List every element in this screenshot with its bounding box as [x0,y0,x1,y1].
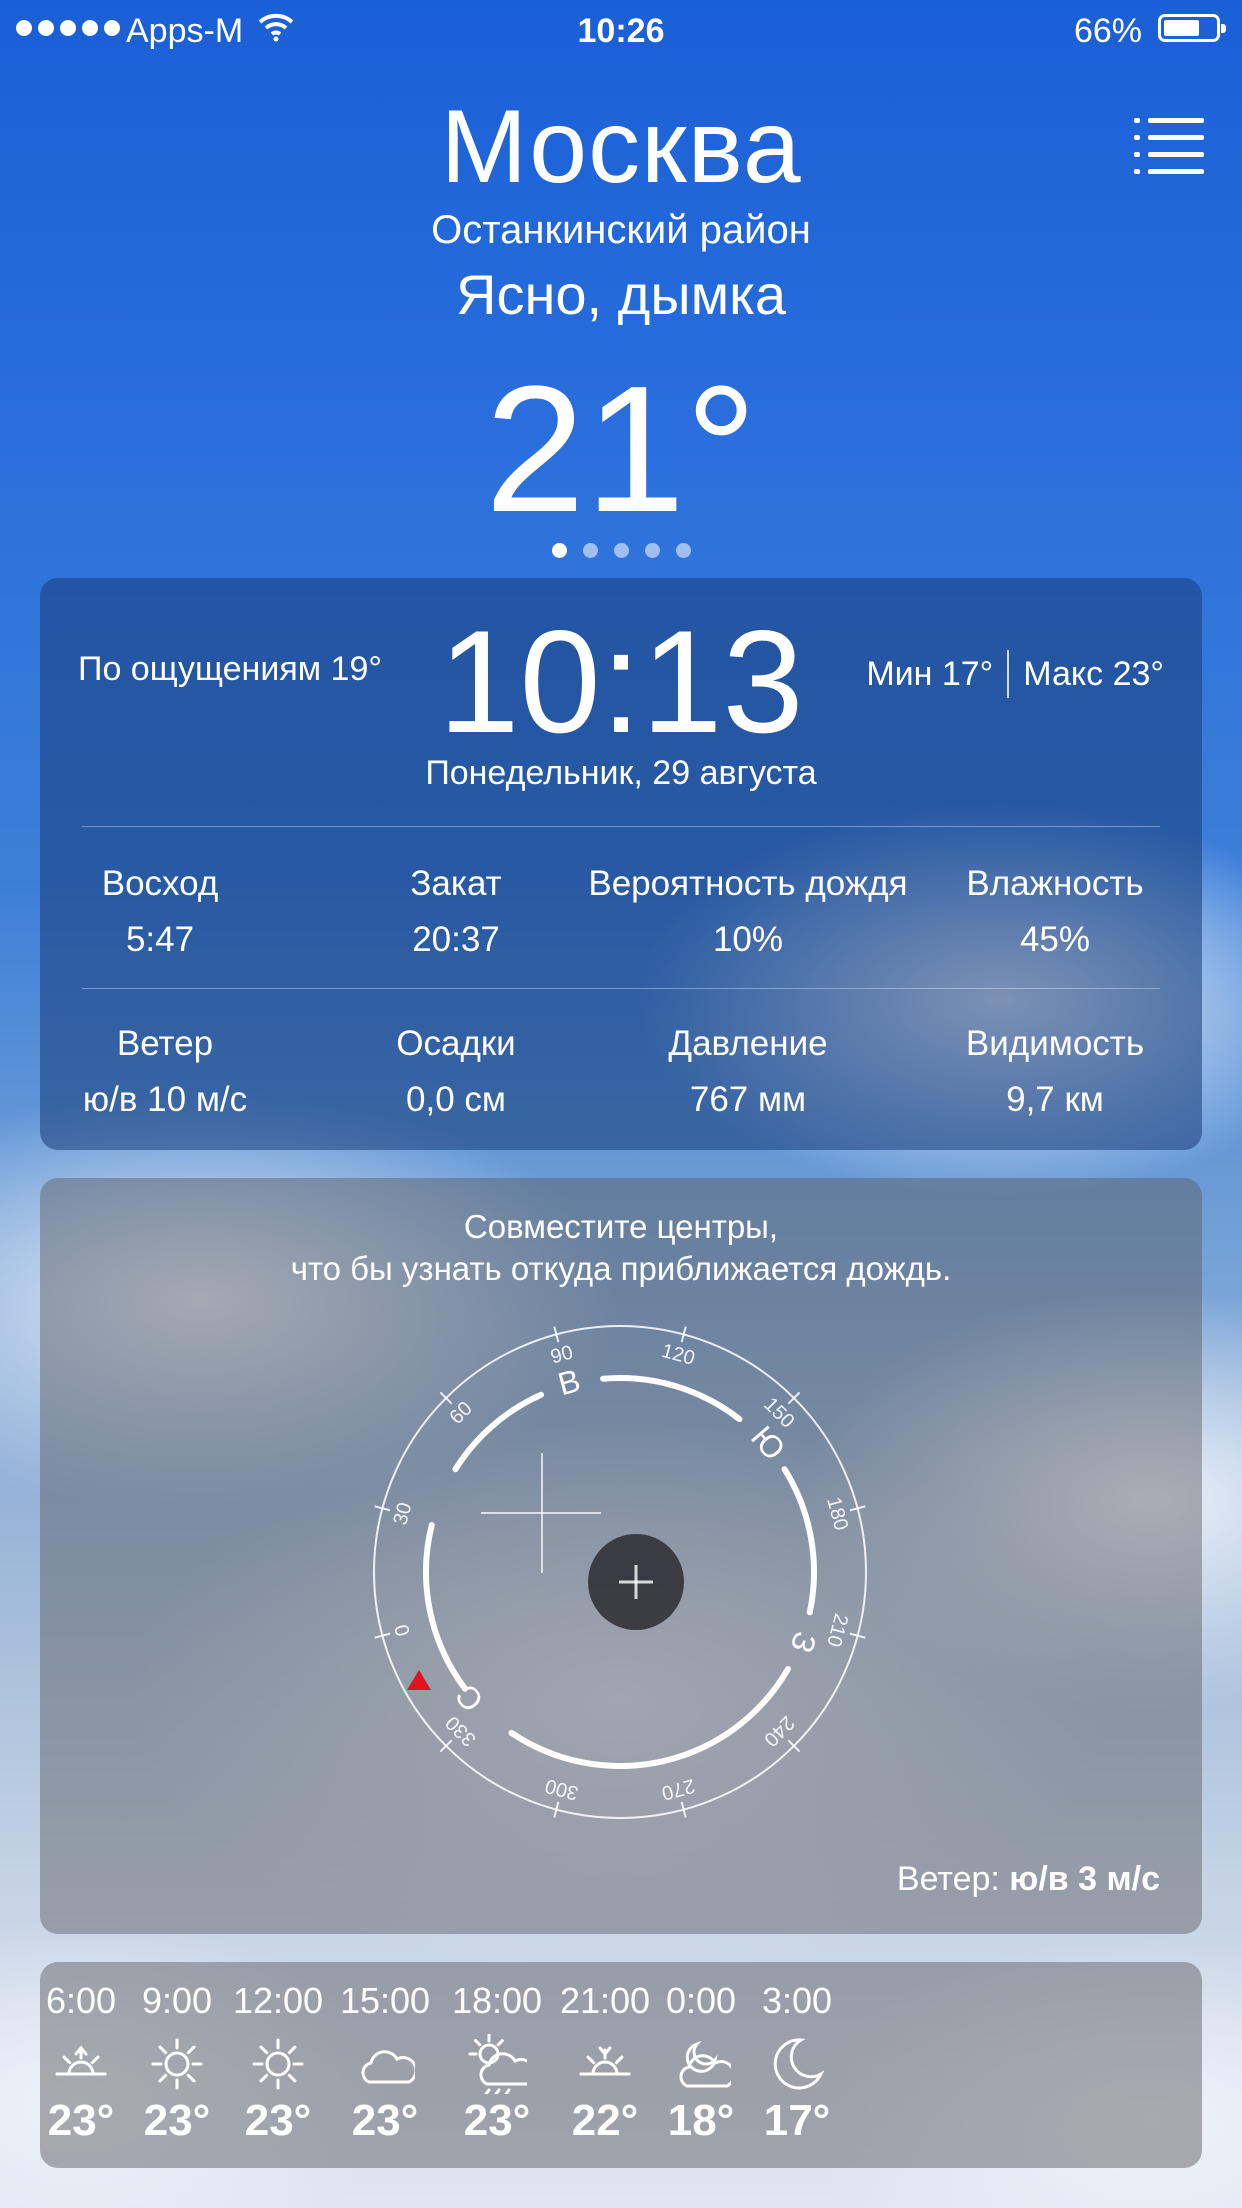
sunrise-icon [55,2045,107,2076]
compass-west: З [783,1627,824,1658]
stat-visibility: Видимость 9,7 км [920,1016,1190,1128]
hourly-time: 3:00 [761,1980,833,2021]
hourly-item: 3:00 17° [724,1962,870,2168]
min-max-temperature: Мин 17° Макс 23° [866,650,1164,698]
max-temperature: Макс 23° [1023,654,1164,693]
compass-tick-label: 300 [543,1774,581,1804]
rain-radar-card: Совместите центры, что бы узнать откуда … [40,1178,1202,1934]
page-dot[interactable] [675,543,691,558]
compass-tick-label: 180 [822,1495,852,1533]
sun-cloud-rain-icon [468,2034,527,2094]
radar-compass[interactable]: 0306090 120150180210240270300330 СВЮЗ [360,1312,880,1832]
compass-north: С [448,1678,490,1719]
cloud-icon [361,2050,415,2084]
page-dot[interactable] [582,543,598,558]
divider [82,988,1160,989]
hourly-temperature: 17° [763,2096,831,2145]
stat-label: Осадки [396,1024,516,1063]
stat-precipitation: Осадки 0,0 см [316,1016,596,1128]
radar-hint-line: Совместите центры, [463,1208,779,1245]
stat-label: Влажность [966,864,1144,903]
page-dot[interactable] [551,543,567,558]
compass-tick-label: 120 [659,1340,697,1370]
status-bar: Apps-M 10:26 66% [0,0,1242,64]
stat-wind: Ветер ю/в 10 м/с [40,1016,290,1128]
weather-condition: Ясно, дымка [456,263,786,326]
min-temperature: Мин 17° [866,654,994,693]
stat-value: 0,0 см [406,1080,506,1119]
district-name: Останкинский район [431,208,811,252]
divider [82,826,1160,827]
weather-summary-card: По ощущениям 19° 10:13 Мин 17° Макс 23° … [40,578,1202,1150]
compass-tick-label: 270 [659,1774,697,1804]
hourly-forecast: 6:00 23° 9:00 23° 12:00 23° 15:00 23° 18:00 23° 21… [40,1962,1202,2168]
compass-tick-label: 210 [822,1611,852,1649]
page-dot[interactable] [613,543,629,558]
radar-wind-label: Ветер: [896,1860,1000,1898]
wind-direction-marker [407,1670,431,1690]
current-date: Понедельник, 29 августа [425,754,817,792]
compass-tick-label: 0 [391,1622,415,1638]
stat-label: Закат [410,864,502,903]
city-name: Москва [440,89,802,205]
radar-center-handle[interactable] [588,1534,684,1630]
compass-east: В [554,1362,584,1402]
stat-rain-probability: Вероятность дождя 10% [540,856,956,968]
stat-label: Давление [668,1024,828,1063]
stat-humidity: Влажность 45% [920,856,1190,968]
menu-icon[interactable] [1134,118,1204,174]
compass-tick-label: 30 [389,1500,416,1527]
moon-cloud-icon [679,2040,731,2088]
sun-icon [252,2038,304,2090]
stat-value: 767 мм [689,1080,807,1119]
sunset-icon [579,2046,631,2076]
stat-value: 5:47 [125,920,195,959]
sun-icon [151,2038,203,2090]
stat-label: Ветер [116,1024,214,1063]
page-dot[interactable] [644,543,660,558]
moon-icon [773,2038,825,2090]
stat-label: Восход [101,864,219,903]
status-time: 10:26 [577,12,665,50]
radar-hint: Совместите центры, что бы узнать откуда … [40,1206,1202,1290]
stat-sunrise: Восход 5:47 [40,856,280,968]
stat-value: 9,7 км [1006,1080,1104,1119]
stat-value: ю/в 10 м/с [82,1080,248,1119]
divider [1007,650,1010,698]
current-temperature: 21° [484,349,758,550]
radar-wind: Ветер: ю/в 3 м/с [897,1860,1160,1899]
crosshair-icon[interactable] [481,1453,601,1573]
battery-percent: 66% [1073,12,1142,50]
radar-wind-value: ю/в 3 м/с [1009,1860,1160,1898]
stat-pressure: Давление 767 мм [580,1016,916,1128]
stat-value: 10% [712,920,784,959]
stat-label: Вероятность дождя [588,864,908,903]
page-indicator[interactable] [0,543,1242,558]
radar-hint-line: что бы узнать откуда приближается дождь. [290,1250,952,1287]
stat-value: 45% [1019,920,1091,959]
battery-icon [1158,14,1226,42]
stat-label: Видимость [965,1024,1145,1063]
